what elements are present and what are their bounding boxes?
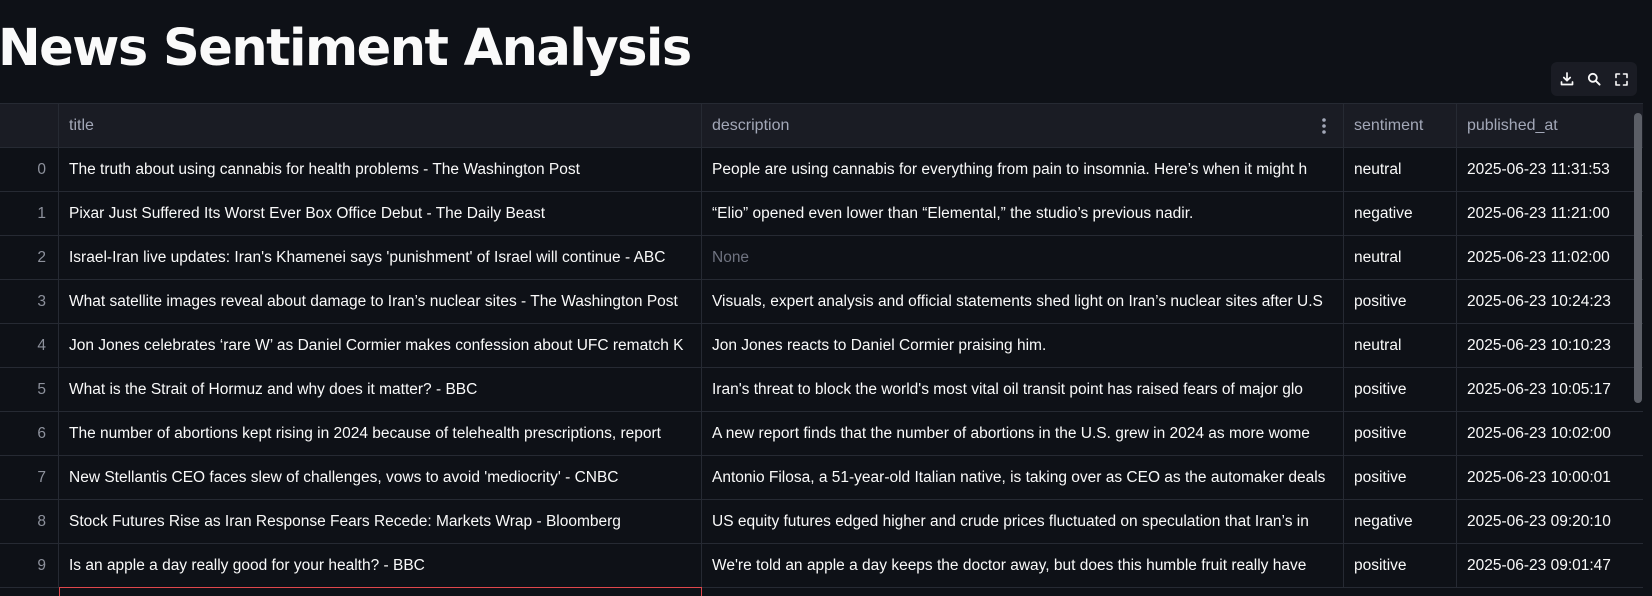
table-row[interactable]: 1 Pixar Just Suffered Its Worst Ever Box … — [0, 192, 1643, 236]
table-row[interactable]: 3 What satellite images reveal about dama… — [0, 280, 1643, 324]
title-cell[interactable]: Is an apple a day really good for your h… — [59, 544, 702, 587]
row-index-cell: 9 — [0, 544, 59, 587]
published-at-cell[interactable]: 2025-06-23 10:10:23 — [1457, 324, 1643, 367]
description-cell[interactable]: Visuals, expert analysis and official st… — [702, 280, 1344, 323]
download-icon — [1560, 72, 1574, 86]
row-index-cell: 0 — [0, 148, 59, 191]
title-cell[interactable]: Jon Jones celebrates ‘rare W’ as Daniel … — [59, 324, 702, 367]
table-row[interactable]: 5 What is the Strait of Hormuz and why do… — [0, 368, 1643, 412]
title-cell[interactable]: Stock Futures Rise as Iran Response Fear… — [59, 500, 702, 543]
sentiment-cell[interactable]: positive — [1344, 280, 1457, 323]
sentiment-cell[interactable]: neutral — [1344, 148, 1457, 191]
table-row[interactable]: 2 Israel-Iran live updates: Iran's Khamen… — [0, 236, 1643, 280]
published-at-cell[interactable]: 2025-06-23 11:02:00 — [1457, 236, 1643, 279]
vertical-scrollbar[interactable] — [1634, 113, 1642, 403]
column-menu-icon[interactable] — [1315, 116, 1333, 136]
title-cell[interactable]: Israel-Iran live updates: Iran's Khamene… — [59, 236, 702, 279]
fullscreen-button[interactable] — [1610, 68, 1632, 90]
dataframe-grid[interactable]: title description sentiment published_at… — [0, 103, 1643, 596]
title-cell[interactable]: What is the Strait of Hormuz and why doe… — [59, 368, 702, 411]
description-cell[interactable]: Antonio Filosa, a 51-year-old Italian na… — [702, 456, 1344, 499]
title-cell[interactable]: What satellite images reveal about damag… — [59, 280, 702, 323]
page-title: News Sentiment Analysis — [0, 19, 692, 78]
published-at-cell[interactable]: 2025-06-23 10:02:00 — [1457, 412, 1643, 455]
sentiment-cell[interactable]: negative — [1344, 192, 1457, 235]
table-row[interactable]: 9 Is an apple a day really good for your … — [0, 544, 1643, 588]
download-button[interactable] — [1556, 68, 1578, 90]
row-index-cell: 6 — [0, 412, 59, 455]
description-cell[interactable]: None — [702, 236, 1344, 279]
column-header-description-label: description — [712, 117, 790, 134]
column-header-sentiment[interactable]: sentiment — [1344, 104, 1457, 147]
description-cell[interactable]: We're told an apple a day keeps the doct… — [702, 544, 1344, 587]
description-cell[interactable]: A new report finds that the number of ab… — [702, 412, 1344, 455]
published-at-cell[interactable]: 2025-06-23 10:05:17 — [1457, 368, 1643, 411]
sentiment-cell[interactable]: positive — [1344, 368, 1457, 411]
search-icon — [1587, 72, 1601, 86]
sentiment-cell[interactable]: neutral — [1344, 236, 1457, 279]
column-header-published-at[interactable]: published_at — [1457, 104, 1643, 147]
table-row[interactable]: 4 Jon Jones celebrates ‘rare W’ as Daniel… — [0, 324, 1643, 368]
published-at-cell[interactable]: 2025-06-23 09:01:47 — [1457, 544, 1643, 587]
row-index-cell: 4 — [0, 324, 59, 367]
dataframe-toolbar — [1551, 62, 1637, 96]
column-header-index — [0, 104, 59, 147]
table-row[interactable]: 7 New Stellantis CEO faces slew of challe… — [0, 456, 1643, 500]
description-cell[interactable]: US equity futures edged higher and crude… — [702, 500, 1344, 543]
sentiment-cell[interactable]: positive — [1344, 456, 1457, 499]
title-cell[interactable]: New Stellantis CEO faces slew of challen… — [59, 456, 702, 499]
published-at-cell[interactable]: 2025-06-23 11:21:00 — [1457, 192, 1643, 235]
title-cell[interactable]: The truth about using cannabis for healt… — [59, 148, 702, 191]
sentiment-cell[interactable]: neutral — [1344, 324, 1457, 367]
table-row[interactable]: 6 The number of abortions kept rising in … — [0, 412, 1643, 456]
description-cell[interactable]: People are using cannabis for everything… — [702, 148, 1344, 191]
search-button[interactable] — [1583, 68, 1605, 90]
table-header-row: title description sentiment published_at — [0, 104, 1643, 148]
sentiment-cell[interactable]: positive — [1344, 412, 1457, 455]
published-at-cell[interactable]: 2025-06-23 09:20:10 — [1457, 500, 1643, 543]
sentiment-cell[interactable]: positive — [1344, 544, 1457, 587]
row-index-cell: 3 — [0, 280, 59, 323]
column-header-description[interactable]: description — [702, 104, 1344, 147]
sentiment-cell[interactable]: negative — [1344, 500, 1457, 543]
row-index-cell: 2 — [0, 236, 59, 279]
description-cell[interactable]: Jon Jones reacts to Daniel Cormier prais… — [702, 324, 1344, 367]
description-cell[interactable]: Iran's threat to block the world's most … — [702, 368, 1344, 411]
title-cell[interactable]: Pixar Just Suffered Its Worst Ever Box O… — [59, 192, 702, 235]
column-header-title[interactable]: title — [59, 104, 702, 147]
row-index-cell: 7 — [0, 456, 59, 499]
row-index-cell: 5 — [0, 368, 59, 411]
published-at-cell[interactable]: 2025-06-23 11:31:53 — [1457, 148, 1643, 191]
description-cell[interactable]: “Elio” opened even lower than “Elemental… — [702, 192, 1344, 235]
fullscreen-icon — [1614, 72, 1628, 86]
row-index-cell: 8 — [0, 500, 59, 543]
published-at-cell[interactable]: 2025-06-23 10:24:23 — [1457, 280, 1643, 323]
table-row[interactable]: 8 Stock Futures Rise as Iran Response Fea… — [0, 500, 1643, 544]
app-page: News Sentiment Analysis title descriptio… — [0, 0, 1652, 596]
published-at-cell[interactable]: 2025-06-23 10:00:01 — [1457, 456, 1643, 499]
row-index-cell: 1 — [0, 192, 59, 235]
title-cell[interactable]: The number of abortions kept rising in 2… — [59, 412, 702, 455]
selected-cell-outline[interactable] — [59, 587, 702, 596]
table-row[interactable]: 0 The truth about using cannabis for heal… — [0, 148, 1643, 192]
